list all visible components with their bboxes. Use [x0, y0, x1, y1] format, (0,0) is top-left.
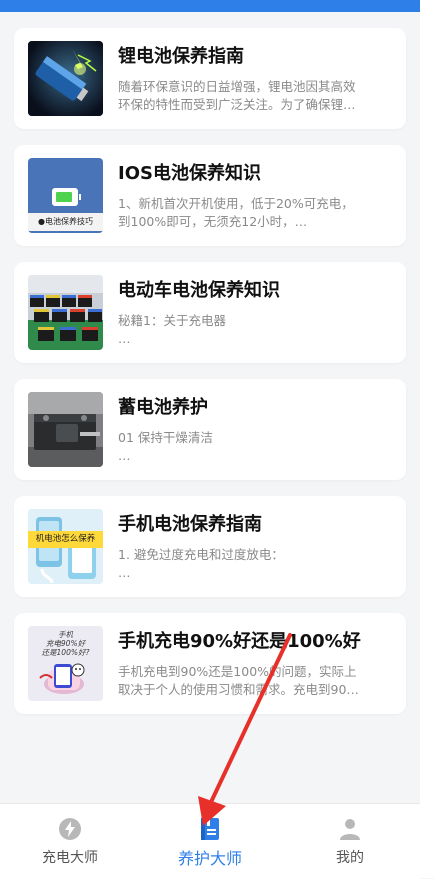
article-summary-line: 随着环保意识的日益增强，锂电池因其高效 — [118, 79, 356, 94]
article-summary-line: 到100%即可，无须充12小时，… — [118, 214, 308, 229]
article-card-lithium-battery[interactable]: 锂电池保养指南 随着环保意识的日益增强，锂电池因其高效 环保的特性而受到广泛关注… — [14, 28, 406, 129]
article-list: 锂电池保养指南 随着环保意识的日益增强，锂电池因其高效 环保的特性而受到广泛关注… — [14, 28, 406, 730]
tab-label: 我的 — [336, 850, 364, 866]
tab-mine[interactable]: 我的 — [280, 804, 420, 879]
right-edge — [420, 0, 434, 878]
ios-battery-image: ●电池保养技巧 — [28, 158, 103, 233]
article-summary: 手机充电到90%还是100%的问题，实际上 取决于个人的使用习惯和需求。充电到9… — [118, 663, 392, 699]
article-summary-line: 环保的特性而受到广泛关注。为了确保锂… — [118, 97, 356, 112]
article-card-charge-90-vs-100[interactable]: 手机 充电90%好 还是100%好? 手机充电90%好还是100%好 手机充电到… — [14, 613, 406, 714]
article-summary: 1、新机首次开机使用，低于20%可充电， 到100%即可，无须充12小时，… — [118, 195, 392, 231]
tab-charging-master[interactable]: 充电大师 — [0, 804, 140, 879]
tab-label: 充电大师 — [42, 850, 98, 866]
tab-label: 养护大师 — [177, 849, 242, 868]
article-title: IOS电池保养知识 — [118, 163, 261, 184]
article-title: 锂电池保养指南 — [118, 46, 244, 67]
ev-batteries-image — [28, 275, 103, 350]
article-summary: 1. 避免过度充电和过度放电： … — [118, 546, 392, 582]
article-title: 手机电池保养指南 — [118, 514, 262, 535]
article-summary-line: 取决于个人的使用习惯和需求。充电到90… — [118, 682, 359, 697]
article-summary-line: … — [118, 331, 131, 346]
article-summary-line: 1、新机首次开机使用，低于20%可充电， — [118, 196, 354, 211]
article-summary: 随着环保意识的日益增强，锂电池因其高效 环保的特性而受到广泛关注。为了确保锂… — [118, 78, 392, 114]
thumb-caption: 机电池怎么保养 — [28, 531, 103, 548]
bottom-tab-bar: 充电大师 养护大师 我的 — [0, 803, 420, 879]
article-card-ev-battery[interactable]: 电动车电池保养知识 秘籍1：关于充电器 … — [14, 262, 406, 363]
article-summary: 秘籍1：关于充电器 … — [118, 312, 392, 348]
article-title: 电动车电池保养知识 — [118, 280, 280, 301]
car-battery-image — [28, 392, 103, 467]
article-card-phone-battery[interactable]: 机电池怎么保养 手机电池保养指南 1. 避免过度充电和过度放电： … — [14, 496, 406, 597]
article-summary-line: 手机充电到90%还是100%的问题，实际上 — [118, 664, 357, 679]
article-card-lead-acid[interactable]: 蓄电池养护 01 保持干燥清洁 … — [14, 379, 406, 480]
thumb-caption: ●电池保养技巧 — [28, 213, 103, 231]
battery-lightning-image — [28, 41, 103, 116]
battery-icon — [52, 188, 81, 206]
lightning-circle-icon — [59, 818, 81, 840]
article-summary-line: 秘籍1：关于充电器 — [118, 313, 226, 328]
article-title: 手机充电90%好还是100%好 — [118, 631, 361, 652]
article-card-ios-battery[interactable]: ●电池保养技巧 IOS电池保养知识 1、新机首次开机使用，低于20%可充电， 到… — [14, 145, 406, 246]
user-icon — [340, 819, 360, 840]
article-summary-line: … — [118, 565, 131, 580]
phone-battery-image: 机电池怎么保养 — [28, 509, 103, 584]
tab-maintenance-master[interactable]: 养护大师 — [140, 804, 280, 879]
article-summary-line: 1. 避免过度充电和过度放电： — [118, 547, 284, 562]
article-summary-line: 01 保持干燥清洁 — [118, 430, 213, 445]
phone-charging-cartoon-image: 手机 充电90%好 还是100%好? — [28, 626, 103, 701]
article-summary-line: … — [118, 448, 131, 463]
top-header-bar — [0, 0, 420, 12]
article-summary: 01 保持干燥清洁 … — [118, 429, 392, 465]
article-title: 蓄电池养护 — [118, 397, 208, 418]
notebook-icon — [201, 818, 219, 840]
